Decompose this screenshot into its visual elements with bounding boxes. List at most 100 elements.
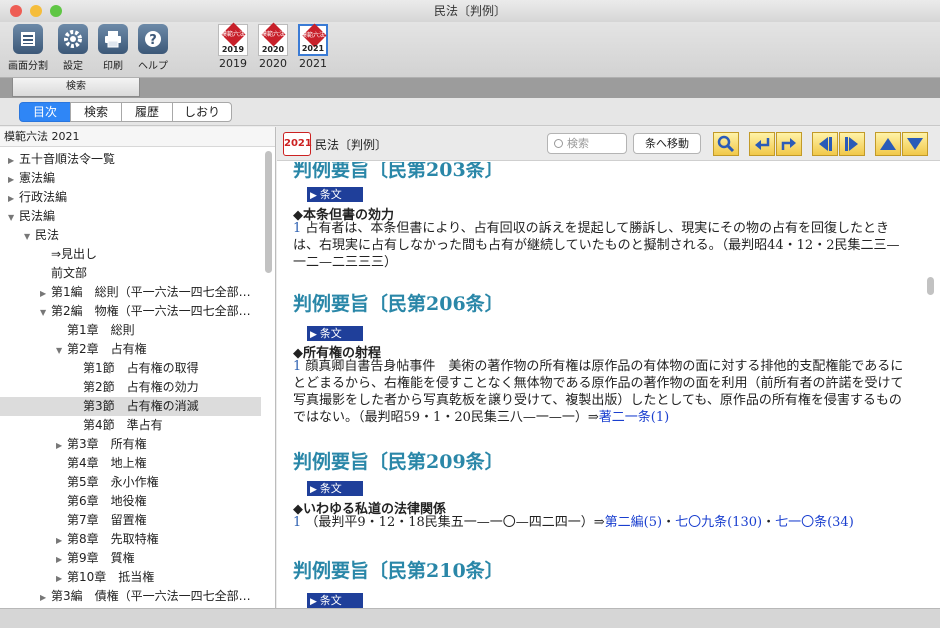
tree-item[interactable]: 第1節 占有権の取得 xyxy=(0,359,261,378)
disclosure-right-icon[interactable]: ▶ xyxy=(8,189,19,207)
disclosure-right-icon[interactable]: ▶ xyxy=(40,284,51,302)
view-article-button[interactable]: ▶ 条文 xyxy=(307,187,363,202)
paragraph-text: ・ xyxy=(762,515,776,530)
prev-icon xyxy=(819,137,832,151)
down-icon xyxy=(907,138,923,150)
settings-label: 設定 xyxy=(63,61,83,72)
zoom-window-button[interactable] xyxy=(50,5,62,17)
up-icon xyxy=(880,138,896,150)
print-button[interactable]: 印刷 xyxy=(91,24,135,72)
tree-item[interactable]: 第1章 総則 xyxy=(0,321,261,340)
tree-item[interactable]: 第3節 占有権の消滅 xyxy=(0,397,261,416)
tree-item[interactable]: 前文部 xyxy=(0,264,261,283)
document-search-input[interactable]: 検索 xyxy=(547,133,627,154)
disclosure-right-icon[interactable]: ▶ xyxy=(8,170,19,188)
search-icon xyxy=(554,139,563,148)
view-article-label: 条文 xyxy=(319,594,342,607)
tree-item[interactable]: ▼ 民法 xyxy=(0,226,261,245)
search-tab[interactable]: 検索 xyxy=(12,78,140,97)
tree-item[interactable]: ▶ 第9章 質権 xyxy=(0,549,261,568)
settings-button[interactable]: 設定 xyxy=(51,24,95,72)
disclosure-down-icon[interactable]: ▼ xyxy=(8,208,19,226)
view-article-button[interactable]: ▶ 条文 xyxy=(307,593,363,608)
tree-item[interactable]: ⇒見出し xyxy=(0,245,261,264)
disclosure-right-icon[interactable]: ▶ xyxy=(56,531,67,549)
tree-item[interactable]: ▶ 第1編 総則（平一六法一四七全部… xyxy=(0,283,261,302)
tree-item-label: ⇒見出し xyxy=(51,247,98,261)
scroll-up-button[interactable] xyxy=(875,132,901,156)
paragraph-text: ・ xyxy=(662,515,676,530)
tree-item[interactable]: ▶ 第3章 所有権 xyxy=(0,435,261,454)
tree-item-label: 第4章 地上権 xyxy=(67,456,147,470)
tree-item[interactable]: 第4章 地上権 xyxy=(0,454,261,473)
disclosure-down-icon[interactable]: ▼ xyxy=(56,341,67,359)
next-button[interactable] xyxy=(839,132,865,156)
print-label: 印刷 xyxy=(103,61,123,72)
find-button[interactable] xyxy=(713,132,739,156)
tree-item[interactable]: ▶ 第3編 債権（平一六法一四七全部… xyxy=(0,587,261,606)
next-icon xyxy=(845,137,858,151)
tree-item[interactable]: ▶ 行政法編 xyxy=(0,188,261,207)
tree-item[interactable]: 第2節 占有権の効力 xyxy=(0,378,261,397)
jump-to-article-button[interactable]: 条へ移動 xyxy=(633,133,701,154)
paragraph-text: （最判平9・12・18民集五一—一〇—四二四一）⇒ xyxy=(301,515,605,530)
year-2019-label: 2019 xyxy=(219,57,247,70)
year-2019-button[interactable]: 模範六法 2019 2019 xyxy=(215,22,251,70)
tree-item[interactable]: ▶ 第10章 抵当権 xyxy=(0,568,261,587)
tree-item[interactable]: ▶ 第8章 先取特権 xyxy=(0,530,261,549)
year-2020-button[interactable]: 模範六法 2020 2020 xyxy=(255,22,291,70)
disclosure-right-icon[interactable]: ▶ xyxy=(56,569,67,587)
document-toolbar: 2021 民法〔判例〕 検索 条へ移動 xyxy=(277,127,940,161)
year-2021-button[interactable]: 模範六法 2021 2021 xyxy=(295,23,331,70)
tree-item[interactable]: ▼ 第2章 占有権 xyxy=(0,340,261,359)
disclosure-down-icon[interactable]: ▼ xyxy=(40,303,51,321)
tree-item-label: 第6章 地役権 xyxy=(67,494,147,508)
cross-reference-link[interactable]: 第二編(5) xyxy=(605,515,662,530)
split-screen-button[interactable]: 画面分割 xyxy=(6,24,50,72)
main-panel: 2021 民法〔判例〕 検索 条へ移動 判例要旨〔民第203条〕 ▶ 条文 ◆本条但… xyxy=(277,127,940,608)
previous-button[interactable] xyxy=(812,132,838,156)
svg-text:?: ? xyxy=(149,33,157,48)
search-placeholder: 検索 xyxy=(567,137,589,150)
disclosure-down-icon[interactable]: ▼ xyxy=(24,227,35,245)
tree-item[interactable]: 第5章 永小作権 xyxy=(0,473,261,492)
tab-history[interactable]: 履歴 xyxy=(121,102,173,122)
tree-item[interactable]: ▼ 第2編 物権（平一六法一四七全部… xyxy=(0,302,261,321)
cross-reference-link[interactable]: 著二一条(1) xyxy=(599,410,669,425)
content-scrollbar[interactable] xyxy=(927,277,934,295)
minimize-window-button[interactable] xyxy=(30,5,42,17)
paragraph-text: 占有者は、本条但書により、占有回収の訴えを提起して勝訴し、現実にその物の占有を回… xyxy=(293,221,900,270)
forward-button[interactable] xyxy=(776,132,802,156)
tree-item[interactable]: ▶ 憲法編 xyxy=(0,169,261,188)
document-content: 判例要旨〔民第203条〕 ▶ 条文 ◆本条但書の効力 1 占有者は、本条但書により、占… xyxy=(277,162,940,608)
scroll-down-button[interactable] xyxy=(902,132,928,156)
play-triangle-icon: ▶ xyxy=(310,597,320,607)
view-article-button[interactable]: ▶ 条文 xyxy=(307,481,363,496)
tree-item[interactable]: ▼ 民法編 xyxy=(0,207,261,226)
case-paragraph: 1 （最判平9・12・18民集五一—一〇—四二四一）⇒第二編(5)・七〇九条(1… xyxy=(293,514,908,531)
tree-item[interactable]: 第4節 準占有 xyxy=(0,416,261,435)
tree-item-label: 第9章 質権 xyxy=(67,551,135,565)
close-window-button[interactable] xyxy=(10,5,22,17)
tree-item[interactable]: 第7章 留置権 xyxy=(0,511,261,530)
tree-item-label: 第10章 抵当権 xyxy=(67,570,155,584)
tab-contents[interactable]: 目次 xyxy=(19,102,71,122)
tab-search[interactable]: 検索 xyxy=(70,102,122,122)
book-2020-icon: 模範六法 2020 xyxy=(258,22,288,56)
help-button[interactable]: ? ヘルプ xyxy=(131,24,175,72)
tab-bookmarks[interactable]: しおり xyxy=(172,102,232,122)
disclosure-right-icon[interactable]: ▶ xyxy=(56,550,67,568)
disclosure-right-icon[interactable]: ▶ xyxy=(40,588,51,606)
tree-item-label: 行政法編 xyxy=(19,190,68,204)
case-paragraph: 1 顔真卿自書告身帖事件 美術の著作物の所有権は原作品の有体物の面に対する排他的… xyxy=(293,358,908,426)
cross-reference-link[interactable]: 七〇九条(130) xyxy=(675,515,762,530)
disclosure-right-icon[interactable]: ▶ xyxy=(56,436,67,454)
cross-reference-link[interactable]: 七一〇条(34) xyxy=(775,515,854,530)
sidebar-scrollbar[interactable] xyxy=(265,151,272,273)
back-button[interactable] xyxy=(749,132,775,156)
view-article-button[interactable]: ▶ 条文 xyxy=(307,326,363,341)
tree-item[interactable]: ▶ 五十音順法令一覧 xyxy=(0,150,261,169)
tree-item[interactable]: 第6章 地役権 xyxy=(0,492,261,511)
case-heading: 判例要旨〔民第210条〕 xyxy=(293,560,504,582)
disclosure-right-icon[interactable]: ▶ xyxy=(8,151,19,169)
